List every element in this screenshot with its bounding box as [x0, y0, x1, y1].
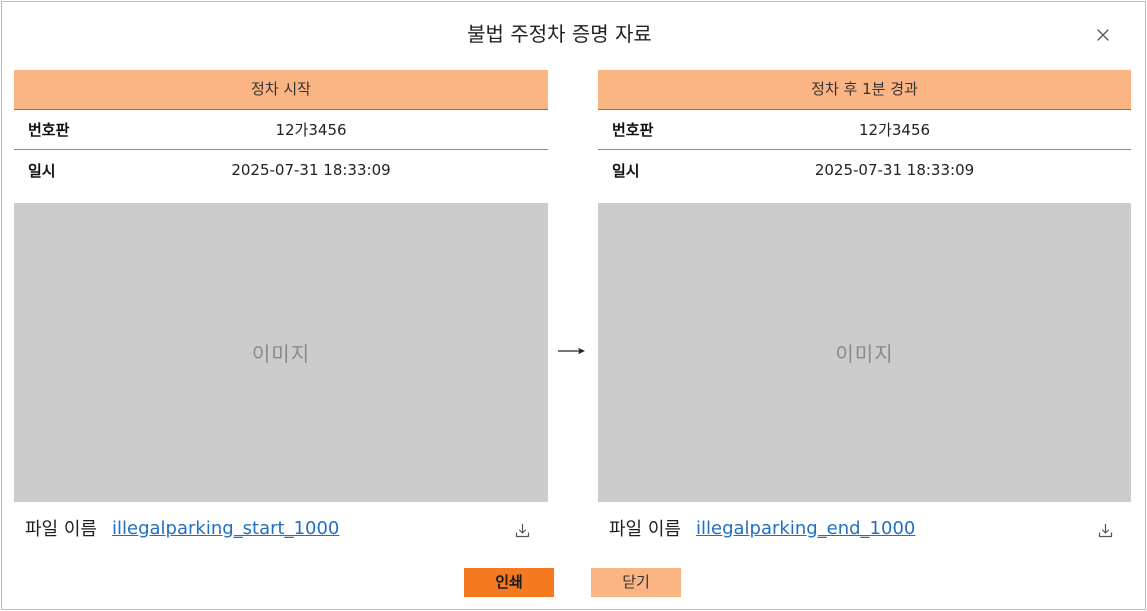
datetime-label: 일시 [28, 161, 56, 180]
panel-header: 정차 시작 [14, 70, 548, 110]
file-name-label: 파일 이름 [609, 519, 681, 540]
plate-value: 12가3456 [858, 121, 931, 139]
image-placeholder-text: 이미지 [835, 342, 894, 366]
arrow-right-icon [558, 347, 585, 355]
panel-stop-start: 정차 시작 번호판 12가3456 일시 2025-07-31 18:33:09… [14, 70, 548, 554]
file-row: 파일 이름 illegalparking_start_1000 [14, 502, 548, 554]
info-row-datetime: 일시 2025-07-31 18:33:09 [598, 150, 1131, 190]
download-button[interactable] [515, 523, 530, 538]
plate-value: 12가3456 [275, 121, 347, 139]
plate-label: 번호판 [612, 121, 654, 139]
close-dialog-button[interactable]: 닫기 [591, 568, 681, 597]
image-placeholder-text: 이미지 [251, 342, 311, 366]
download-icon [515, 523, 530, 537]
print-button[interactable]: 인쇄 [464, 568, 554, 597]
info-row-datetime: 일시 2025-07-31 18:33:09 [14, 150, 548, 190]
plate-label: 번호판 [28, 121, 70, 139]
file-name-label: 파일 이름 [25, 519, 97, 540]
close-icon [1097, 29, 1109, 41]
image-placeholder: 이미지 [598, 203, 1131, 502]
info-row-plate: 번호판 12가3456 [14, 110, 548, 150]
file-name-link[interactable]: illegalparking_end_1000 [696, 518, 915, 539]
file-name-link[interactable]: illegalparking_start_1000 [112, 518, 339, 539]
datetime-value: 2025-07-31 18:33:09 [231, 161, 391, 179]
dialog-title: 불법 주정차 증명 자료 [467, 22, 652, 46]
panel-after-one-minute: 정차 후 1분 경과 번호판 12가3456 일시 2025-07-31 18:… [598, 70, 1131, 554]
download-button[interactable] [1098, 523, 1113, 538]
info-row-plate: 번호판 12가3456 [598, 110, 1131, 150]
download-icon [1098, 523, 1113, 537]
image-placeholder: 이미지 [14, 203, 548, 502]
file-row: 파일 이름 illegalparking_end_1000 [598, 502, 1131, 554]
datetime-value: 2025-07-31 18:33:09 [814, 161, 975, 179]
parking-evidence-dialog: 불법 주정차 증명 자료 정차 시작 번호판 12가3456 일시 2025-0… [0, 0, 1147, 611]
close-button[interactable] [1093, 25, 1113, 45]
datetime-label: 일시 [612, 161, 640, 180]
panel-header: 정차 후 1분 경과 [598, 70, 1131, 110]
